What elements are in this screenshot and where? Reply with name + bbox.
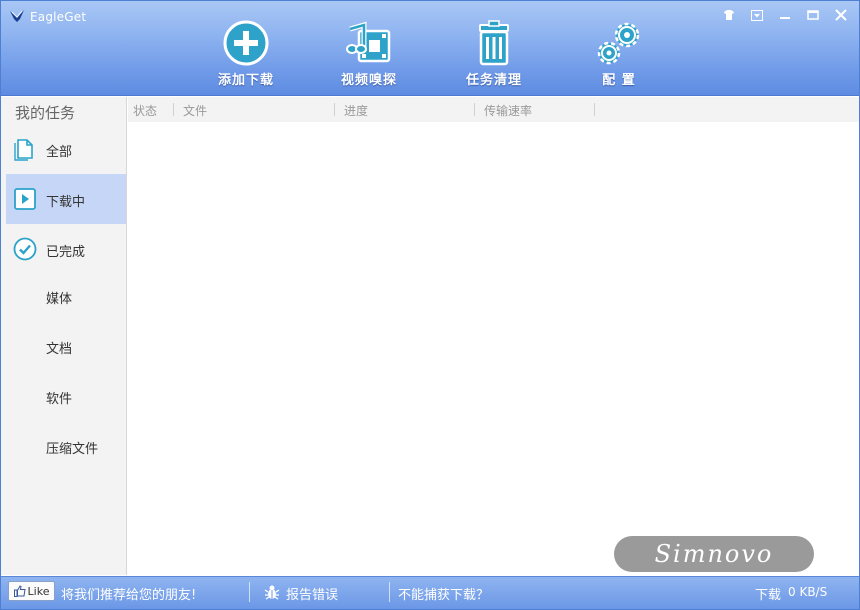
like-label: Like [27,584,50,598]
task-list-header: 状态 文件 进度 传输速率 [128,97,859,122]
sidebar-item-label: 全部 [46,145,73,160]
video-sniffer-button[interactable]: 视频嗅探 [314,17,424,91]
sidebar-item-completed[interactable]: 已完成 [6,224,126,274]
download-speed-label: 下载 [755,588,782,603]
task-cleanup-button[interactable]: 任务清理 [439,17,549,91]
play-icon [14,188,36,210]
gears-icon [597,22,640,65]
settings-label: 配 置 [602,73,636,88]
recommend-link[interactable]: 将我们推荐给您的朋友! [61,584,196,603]
window-controls [715,5,855,25]
sidebar-item-label: 软件 [46,392,73,407]
minimize-icon [780,17,790,19]
dropdown-menu-icon [751,9,763,21]
maximize-button[interactable] [799,5,827,25]
sidebar-item-software[interactable]: 软件 [6,371,126,421]
sidebar-item-label: 已完成 [46,245,86,260]
document-icon [14,139,33,161]
check-circle-icon [13,237,37,261]
status-divider [249,582,250,602]
video-sniffer-label: 视频嗅探 [340,73,397,88]
sidebar-item-label: 文档 [46,342,73,357]
eagle-logo-icon [10,10,24,22]
column-status[interactable]: 状态 [133,102,157,119]
cannot-capture-link[interactable]: 不能捕获下载？ [398,584,489,603]
bug-icon [264,585,280,600]
sidebar-item-documents[interactable]: 文档 [6,321,126,371]
header-bar: EagleGet 添加下载 视频嗅探 任务清理 配 置 [1,1,859,96]
add-download-button[interactable]: 添加下载 [191,17,301,91]
minimize-button[interactable] [771,5,799,25]
column-divider[interactable] [334,103,335,116]
sidebar-item-downloading[interactable]: 下载中 [6,174,126,224]
column-divider[interactable] [474,103,475,116]
sidebar-title: 我的任务 [15,104,76,122]
sidebar-item-label: 压缩文件 [46,442,99,457]
sidebar-item-label: 媒体 [46,292,73,307]
column-file[interactable]: 文件 [183,102,207,119]
sidebar-item-archives[interactable]: 压缩文件 [6,421,126,471]
tshirt-icon [724,10,734,20]
maximize-icon [807,10,819,20]
task-list[interactable] [128,122,859,575]
sidebar: 我的任务 全部 下载中 已完成 媒体 文档 软件 压缩文件 [1,97,127,575]
app-title: EagleGet [30,10,87,24]
column-speed[interactable]: 传输速率 [484,102,532,119]
watermark: Simnovo [614,536,814,572]
close-icon [835,9,847,21]
sidebar-item-label: 下载中 [46,195,86,210]
sidebar-item-all[interactable]: 全部 [6,124,126,174]
column-divider[interactable] [594,103,595,116]
column-progress[interactable]: 进度 [344,102,368,119]
app-window: EagleGet 添加下载 视频嗅探 任务清理 配 置 我的任务 全部 下载中 … [0,0,860,610]
skin-button[interactable] [715,5,743,25]
report-bug-link[interactable]: 报告错误 [286,584,338,603]
sidebar-item-media[interactable]: 媒体 [6,271,126,321]
settings-button[interactable]: 配 置 [564,17,674,91]
status-bar: Like 将我们推荐给您的朋友! 报告错误 不能捕获下载？ 下载 0 KB/S [1,576,859,609]
menu-button[interactable] [743,5,771,25]
add-download-label: 添加下载 [217,73,274,88]
thumbs-up-icon [13,585,26,597]
task-cleanup-label: 任务清理 [465,73,522,88]
column-divider[interactable] [173,103,174,116]
plus-circle-icon [223,20,269,66]
trash-icon [479,20,509,66]
like-button[interactable]: Like [8,581,55,601]
download-speed-value: 0 KB/S [788,585,828,599]
video-music-icon [346,21,391,63]
close-button[interactable] [827,5,855,25]
status-divider [389,582,390,602]
